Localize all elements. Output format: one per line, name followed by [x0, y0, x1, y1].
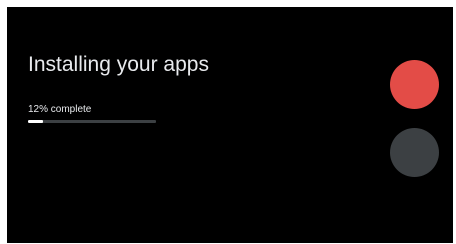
red-circle-indicator [390, 60, 439, 109]
progress-label: 12% complete [28, 104, 92, 115]
page-title: Installing your apps [28, 53, 209, 76]
install-screen: Installing your apps 12% complete [7, 7, 453, 243]
gray-circle-indicator [390, 128, 439, 177]
progress-bar-fill [28, 120, 44, 123]
progress-bar [28, 120, 156, 123]
